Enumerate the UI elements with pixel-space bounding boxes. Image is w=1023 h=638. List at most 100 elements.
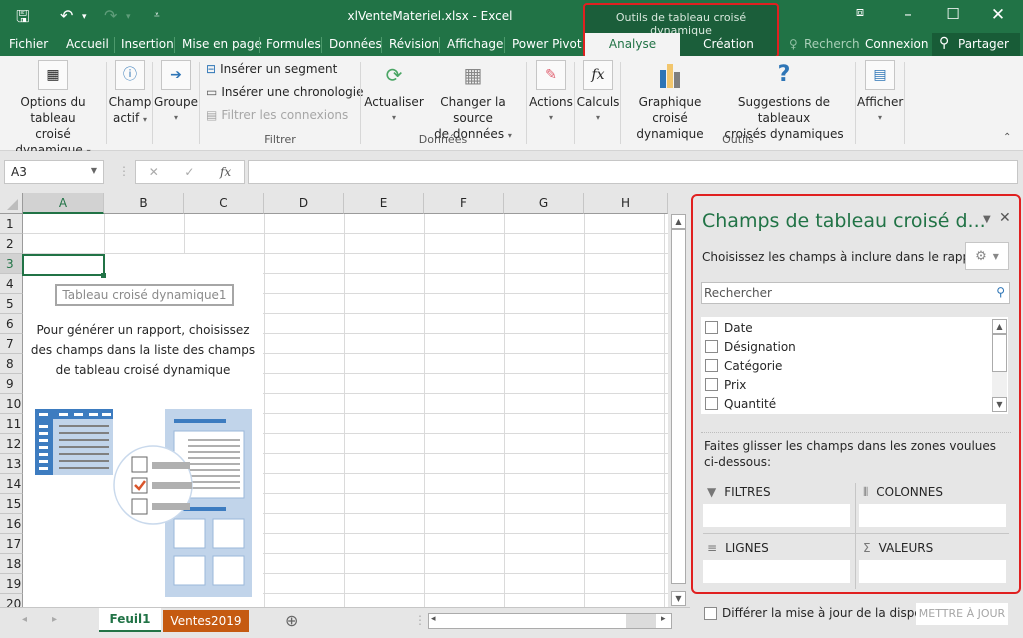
- field-item-categorie[interactable]: Catégorie: [705, 356, 782, 375]
- column-header-f[interactable]: F: [424, 193, 504, 214]
- change-data-source-button[interactable]: ▦ Changer la source de données ▾: [424, 60, 522, 144]
- insert-function-icon[interactable]: fx: [220, 165, 231, 179]
- checkbox[interactable]: [705, 378, 718, 391]
- field-scroll-up[interactable]: ▲: [992, 319, 1007, 334]
- pivot-chart-button[interactable]: Graphique croisé dynamique: [622, 60, 718, 142]
- tab-mise-en-page[interactable]: Mise en page: [182, 37, 262, 51]
- column-header-b[interactable]: B: [104, 193, 184, 214]
- vertical-scroll-thumb[interactable]: [671, 229, 686, 584]
- add-sheet-icon[interactable]: ⊕: [285, 611, 298, 630]
- actions-button[interactable]: ✎ Actions ▾: [528, 60, 574, 126]
- row-header-8[interactable]: 8: [0, 354, 23, 374]
- row-header-16[interactable]: 16: [0, 514, 23, 534]
- scroll-right-button[interactable]: ▸: [661, 614, 666, 624]
- insert-slicer-button[interactable]: ⊟ Insérer un segment: [206, 62, 337, 76]
- worksheet-grid[interactable]: A B C D E F G H 1 2 3 4 5 6 7 8 9 10 11 12 13 14 15 16 1…: [0, 193, 668, 607]
- ribbon-display-options-icon[interactable]: ⧈: [845, 5, 875, 20]
- row-header-12[interactable]: 12: [0, 434, 23, 454]
- row-header-4[interactable]: 4: [0, 274, 23, 294]
- row-header-14[interactable]: 14: [0, 474, 23, 494]
- row-header-15[interactable]: 15: [0, 494, 23, 514]
- show-button[interactable]: ▤ Afficher ▾: [857, 60, 903, 126]
- refresh-button[interactable]: ⟳ Actualiser ▾: [364, 60, 424, 126]
- row-header-3[interactable]: 3: [0, 254, 23, 274]
- recommended-pivots-button[interactable]: ? Suggestions de tableaux croisés dynami…: [718, 60, 850, 142]
- field-search-input[interactable]: Rechercher ⚲: [701, 282, 1010, 304]
- enter-icon[interactable]: ✓: [184, 165, 194, 179]
- column-header-e[interactable]: E: [344, 193, 424, 214]
- tell-me-search[interactable]: Recherch: [804, 37, 860, 51]
- pane-options-dropdown-icon[interactable]: ▼: [983, 214, 991, 225]
- tab-split-grip[interactable]: ⋮: [414, 613, 426, 627]
- tab-accueil[interactable]: Accueil: [66, 37, 109, 51]
- sheet-tab-feuil1[interactable]: Feuil1: [99, 608, 161, 632]
- calculations-button[interactable]: fx Calculs ▾: [576, 60, 620, 126]
- sheet-tab-ventes2019[interactable]: Ventes2019: [163, 610, 249, 632]
- sheet-scroll-left-icon[interactable]: ◂: [22, 614, 27, 625]
- field-item-date[interactable]: Date: [705, 318, 753, 337]
- tools-button[interactable]: ⚙ ▼: [965, 242, 1009, 270]
- minimize-button[interactable]: –: [893, 5, 923, 23]
- row-header-2[interactable]: 2: [0, 234, 23, 254]
- values-zone[interactable]: Σ VALEURS: [859, 536, 1006, 583]
- tab-power-pivot[interactable]: Power Pivot: [512, 37, 582, 51]
- row-header-13[interactable]: 13: [0, 454, 23, 474]
- row-header-18[interactable]: 18: [0, 554, 23, 574]
- row-header-11[interactable]: 11: [0, 414, 23, 434]
- row-header-10[interactable]: 10: [0, 394, 23, 414]
- tab-creation[interactable]: Création: [680, 33, 777, 56]
- field-item-quantite[interactable]: Quantité: [705, 394, 776, 413]
- pivot-options-button[interactable]: ▦ Options du tableau croisé dynamique ▾: [0, 60, 106, 160]
- sheet-scroll-right-icon[interactable]: ▸: [52, 614, 57, 625]
- row-header-6[interactable]: 6: [0, 314, 23, 334]
- row-header-9[interactable]: 9: [0, 374, 23, 394]
- filters-zone[interactable]: ▼ FILTRES: [703, 480, 850, 527]
- name-box-dropdown-icon[interactable]: ▼: [91, 166, 97, 175]
- column-header-d[interactable]: D: [264, 193, 344, 214]
- row-header-1[interactable]: 1: [0, 214, 23, 234]
- pivot-table-placeholder[interactable]: Tableau croisé dynamique1 Pour générer u…: [23, 254, 263, 607]
- column-header-g[interactable]: G: [504, 193, 584, 214]
- selected-cell-a3[interactable]: [22, 254, 105, 276]
- name-box[interactable]: A3 ▼: [4, 160, 104, 184]
- scroll-up-button[interactable]: ▲: [671, 214, 686, 229]
- sign-in-link[interactable]: Connexion: [865, 37, 929, 51]
- insert-timeline-button[interactable]: ▭ Insérer une chronologie: [206, 85, 364, 99]
- field-item-designation[interactable]: Désignation: [705, 337, 796, 356]
- row-header-20[interactable]: 20: [0, 594, 23, 607]
- horizontal-scrollbar[interactable]: ◂ ▸: [428, 613, 672, 629]
- row-header-19[interactable]: 19: [0, 574, 23, 594]
- row-header-17[interactable]: 17: [0, 534, 23, 554]
- field-list-scrollbar[interactable]: ▲ ▼: [992, 319, 1007, 412]
- collapse-ribbon-icon[interactable]: ⌃: [1003, 132, 1011, 143]
- active-field-button[interactable]: ⓘ Champ actif ▾: [108, 60, 152, 128]
- row-header-5[interactable]: 5: [0, 294, 23, 314]
- tab-revision[interactable]: Révision: [389, 37, 439, 51]
- scroll-left-button[interactable]: ◂: [431, 614, 436, 624]
- column-header-c[interactable]: C: [184, 193, 264, 214]
- field-scroll-down[interactable]: ▼: [992, 397, 1007, 412]
- tab-donnees[interactable]: Données: [329, 37, 382, 51]
- checkbox[interactable]: [705, 397, 718, 410]
- checkbox[interactable]: [705, 340, 718, 353]
- defer-update-checkbox[interactable]: [704, 607, 717, 620]
- tab-analyse[interactable]: Analyse: [585, 33, 680, 56]
- tab-fichier[interactable]: Fichier: [9, 37, 48, 51]
- checkbox[interactable]: [705, 321, 718, 334]
- share-button[interactable]: ⚲ Partager: [932, 33, 1020, 56]
- field-item-prix[interactable]: Prix: [705, 375, 746, 394]
- checkbox[interactable]: [705, 359, 718, 372]
- tab-affichage[interactable]: Affichage: [447, 37, 503, 51]
- rows-zone[interactable]: ≡ LIGNES: [703, 536, 850, 583]
- columns-zone[interactable]: ⦀ COLONNES: [859, 480, 1006, 527]
- scroll-down-button[interactable]: ▼: [671, 591, 686, 606]
- formula-input[interactable]: [248, 160, 1018, 184]
- select-all-corner[interactable]: [0, 193, 23, 214]
- column-header-a[interactable]: A: [23, 193, 104, 214]
- pane-close-icon[interactable]: ✕: [999, 210, 1011, 226]
- close-button[interactable]: ✕: [983, 5, 1013, 25]
- column-header-h[interactable]: H: [584, 193, 668, 214]
- group-button[interactable]: ➔ Groupe ▾: [154, 60, 198, 126]
- row-header-7[interactable]: 7: [0, 334, 23, 354]
- vertical-scrollbar[interactable]: ▲ ▼: [670, 214, 687, 607]
